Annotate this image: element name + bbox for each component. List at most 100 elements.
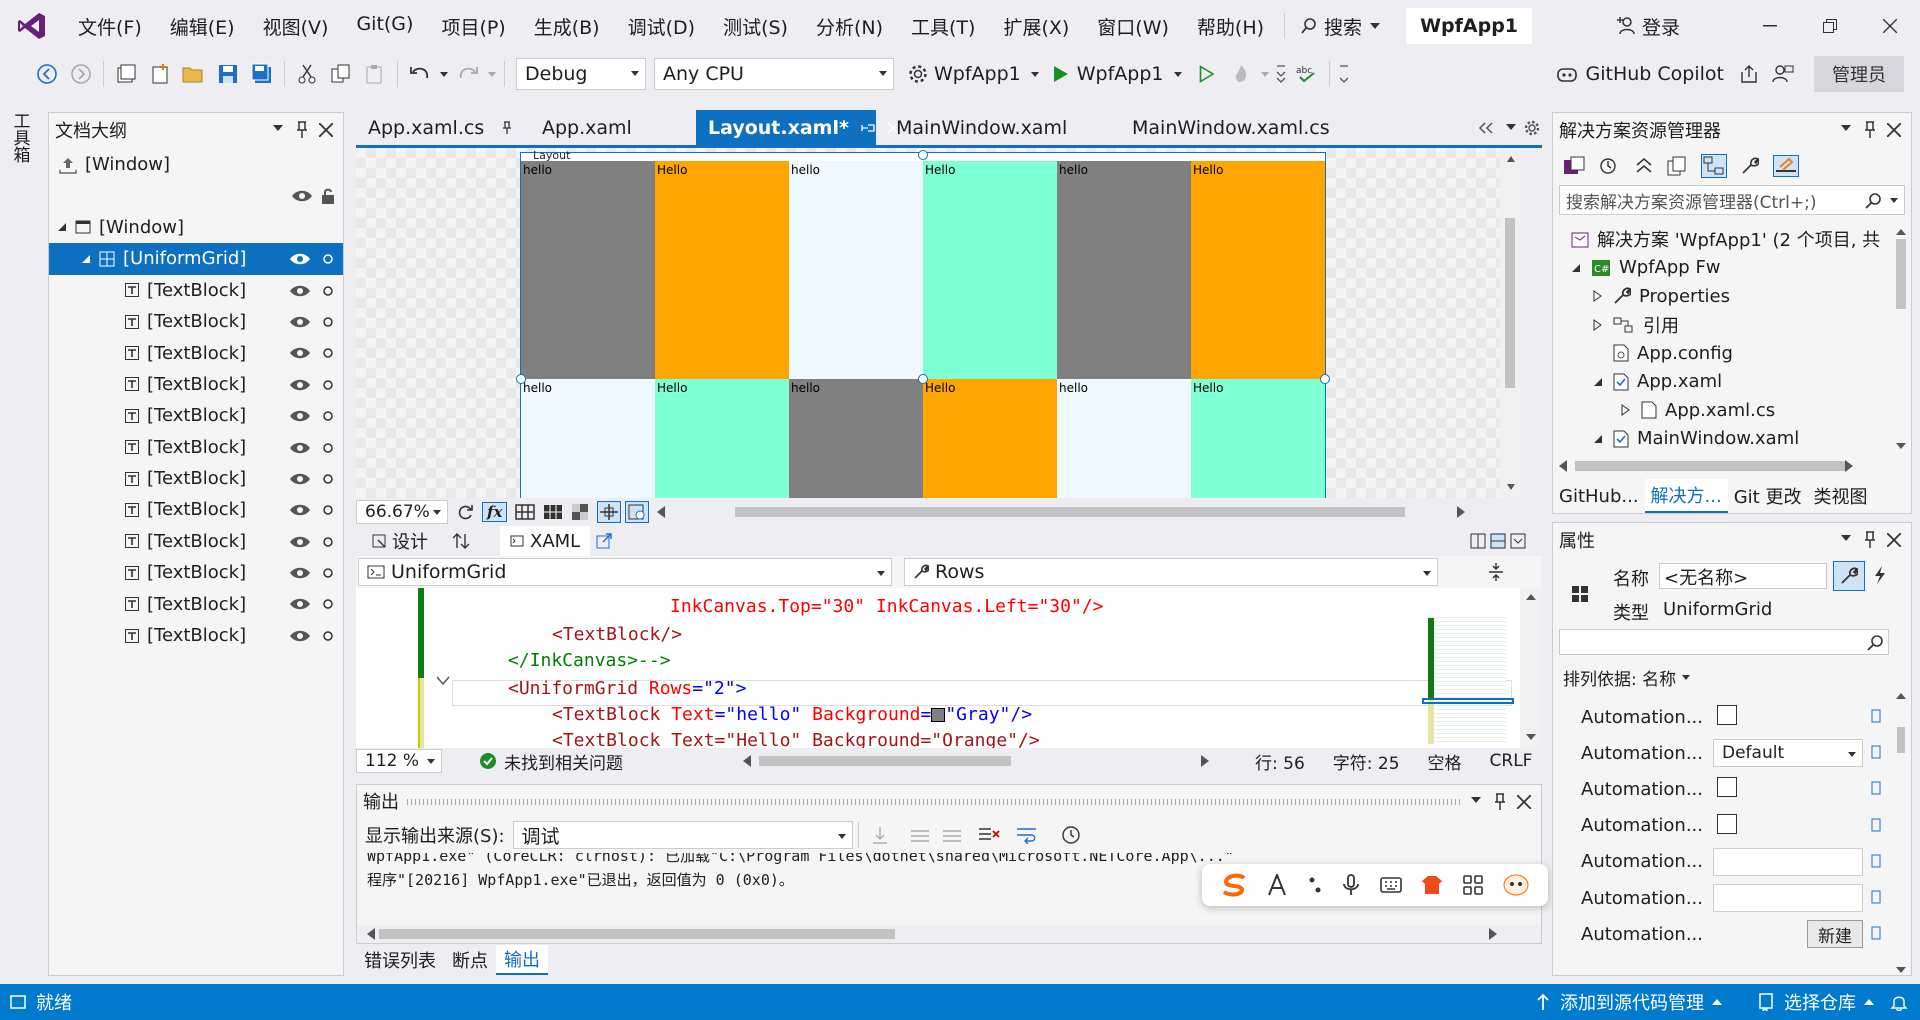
grid-cell-textblock[interactable]: hello: [1057, 379, 1191, 498]
collapsed-arrow-icon[interactable]: [1593, 290, 1603, 303]
add-item-icon[interactable]: [143, 57, 177, 91]
property-text-input[interactable]: [1713, 884, 1863, 912]
property-marker-icon[interactable]: [1871, 926, 1881, 940]
menu-item[interactable]: 视图(V): [249, 13, 343, 40]
share-icon[interactable]: [1732, 57, 1766, 91]
save-all-icon[interactable]: [245, 57, 279, 91]
tab-class-view[interactable]: 类视图: [1807, 483, 1873, 509]
eye-icon[interactable]: [289, 315, 311, 329]
pin-icon[interactable]: [502, 121, 512, 135]
hot-reload-dropdown-icon[interactable]: [1258, 57, 1272, 91]
pending-changes-filter-icon[interactable]: [1599, 156, 1621, 176]
property-text-input[interactable]: [1713, 847, 1863, 876]
eye-icon[interactable]: [289, 629, 311, 643]
toolbox-side-tab[interactable]: 工具箱: [0, 108, 40, 168]
properties-vertical-scrollbar[interactable]: [1891, 689, 1911, 975]
pin-icon[interactable]: [1493, 793, 1507, 811]
solution-tree[interactable]: 解决方案 'WpfApp1' (2 个项目, 共 C# WpfApp Fw Prope…: [1553, 225, 1893, 453]
properties-wrench-button[interactable]: [1833, 561, 1865, 591]
close-icon[interactable]: [1887, 533, 1901, 547]
property-marker-icon[interactable]: [1871, 854, 1881, 868]
menu-item[interactable]: 窗口(W): [1083, 13, 1183, 40]
xaml-code-editor[interactable]: InkCanvas.Top="30" InkCanvas.Left="30"/>…: [356, 588, 1542, 748]
eye-icon[interactable]: [289, 503, 311, 517]
lock-toggle-icon[interactable]: [323, 536, 333, 547]
designer-vertical-scrollbar[interactable]: [1500, 148, 1520, 498]
login-button[interactable]: 登录: [1616, 13, 1680, 40]
properties-search-input[interactable]: [1559, 629, 1889, 655]
feedback-icon[interactable]: [1766, 57, 1800, 91]
skin-icon[interactable]: [1421, 875, 1443, 895]
effects-fx-icon[interactable]: fx: [482, 502, 508, 522]
scroll-thumb[interactable]: [1896, 239, 1906, 309]
eye-icon[interactable]: [289, 378, 311, 392]
property-marker-icon[interactable]: [1871, 818, 1881, 832]
refresh-icon[interactable]: [458, 504, 474, 520]
lock-toggle-icon[interactable]: [323, 599, 333, 610]
menu-item[interactable]: 分析(N): [802, 13, 897, 40]
restore-button[interactable]: [1800, 9, 1860, 43]
punctuation-icon[interactable]: [1307, 875, 1323, 895]
outline-textblock-node[interactable]: [TextBlock]: [49, 337, 343, 368]
menu-item[interactable]: 测试(S): [709, 13, 802, 40]
output-horizontal-scrollbar[interactable]: [357, 925, 1541, 943]
outline-textblock-node[interactable]: [TextBlock]: [49, 432, 343, 463]
horizontal-split-icon[interactable]: [1490, 533, 1506, 549]
eye-icon[interactable]: [289, 535, 311, 549]
line-indicator[interactable]: 行: 56: [1255, 749, 1305, 774]
scroll-right-icon[interactable]: [1457, 506, 1466, 518]
toggle-transparency-icon[interactable]: [571, 503, 589, 521]
expand-collapse-icon[interactable]: [1488, 562, 1504, 582]
solution-horizontal-scrollbar[interactable]: [1553, 457, 1893, 475]
device-preview-icon[interactable]: [625, 501, 650, 523]
events-lightning-icon[interactable]: [1873, 565, 1887, 585]
configuration-select[interactable]: Debug: [516, 58, 646, 90]
lock-toggle-icon[interactable]: [323, 254, 333, 264]
solution-tree-item[interactable]: App.config: [1553, 339, 1893, 368]
outline-textblock-node[interactable]: [TextBlock]: [49, 306, 343, 337]
char-indicator[interactable]: 字符: 25: [1333, 749, 1400, 774]
editor-horizontal-scroll-thumb[interactable]: [759, 756, 1011, 766]
property-select[interactable]: Default: [1713, 739, 1863, 768]
timestamp-icon[interactable]: [1061, 826, 1080, 844]
tab-breakpoints[interactable]: 断点: [444, 947, 496, 973]
scroll-tabs-left-icon[interactable]: [1478, 122, 1494, 134]
grid-cell-textblock[interactable]: Hello: [655, 379, 789, 498]
tab-github[interactable]: GitHub...: [1553, 486, 1645, 507]
expanded-arrow-icon[interactable]: [1593, 434, 1603, 444]
start-without-debugging-icon[interactable]: [1190, 57, 1224, 91]
solution-tree-item[interactable]: MainWindow.xaml: [1553, 425, 1893, 454]
undo-icon[interactable]: [403, 57, 437, 91]
grid-cell-textblock[interactable]: Hello: [1191, 161, 1325, 379]
tab-solution-explorer[interactable]: 解决方...: [1644, 479, 1728, 513]
dropdown-icon[interactable]: [273, 125, 283, 131]
tab-layout-xaml[interactable]: Layout.xaml*: [696, 110, 899, 145]
outline-textblock-node[interactable]: [TextBlock]: [49, 275, 343, 306]
switch-views-icon[interactable]: [1563, 156, 1585, 176]
lock-toggle-icon[interactable]: [323, 442, 333, 453]
properties-wrench-icon[interactable]: [1741, 157, 1759, 175]
tab-mainwindow-xaml[interactable]: MainWindow.xaml: [884, 110, 1114, 146]
design-tab[interactable]: 设计: [356, 528, 438, 554]
eye-icon[interactable]: [291, 189, 313, 203]
xaml-designer-surface[interactable]: Layout hello Hello hello Hello hello Hello hel…: [356, 148, 1520, 498]
lock-toggle-icon[interactable]: [323, 631, 333, 641]
lock-toggle-icon[interactable]: [323, 411, 333, 421]
property-marker-icon[interactable]: [1871, 745, 1881, 759]
outline-textblock-node[interactable]: [TextBlock]: [49, 369, 343, 400]
scroll-thumb[interactable]: [379, 929, 895, 939]
dropdown-icon[interactable]: [1471, 797, 1481, 803]
eye-icon[interactable]: [289, 252, 311, 266]
tab-app-xaml-cs[interactable]: App.xaml.cs: [356, 110, 526, 146]
output-source-select[interactable]: 调试: [512, 821, 853, 849]
mascot-icon[interactable]: [1502, 873, 1530, 897]
eye-icon[interactable]: [289, 566, 311, 580]
collapsed-arrow-icon[interactable]: [1621, 404, 1631, 417]
menu-item[interactable]: 文件(F): [64, 13, 156, 40]
resize-handle[interactable]: [516, 374, 526, 384]
sort-by-dropdown[interactable]: 排列依据: 名称: [1563, 665, 1691, 690]
collapse-all-icon[interactable]: [1635, 157, 1653, 175]
expanded-arrow-icon[interactable]: [81, 254, 91, 264]
hot-reload-icon[interactable]: [1224, 57, 1258, 91]
menu-item[interactable]: 项目(P): [427, 13, 519, 40]
